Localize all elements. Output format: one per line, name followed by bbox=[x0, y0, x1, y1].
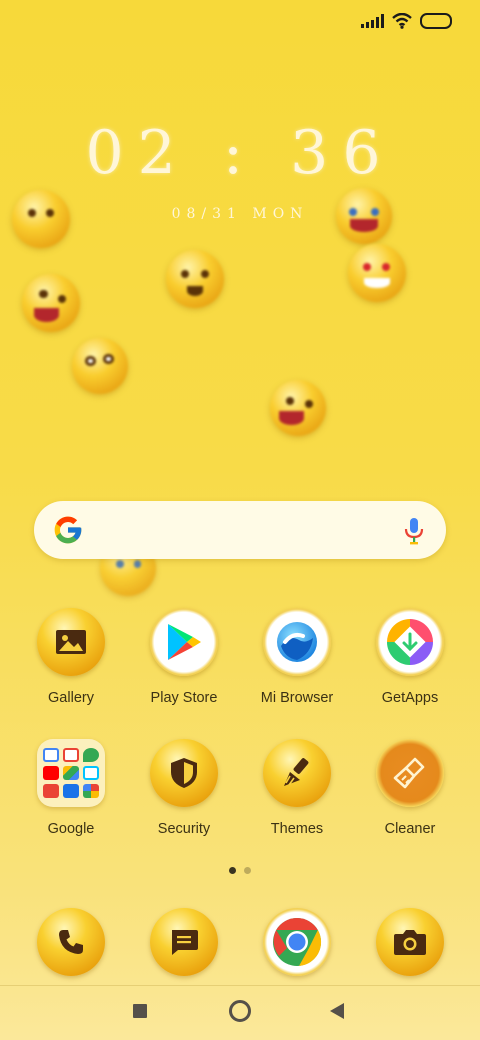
phone-icon bbox=[37, 908, 105, 976]
google-folder-icon bbox=[37, 739, 105, 807]
battery-icon bbox=[420, 13, 452, 29]
emoji-ball bbox=[166, 250, 224, 308]
dock-messages[interactable] bbox=[134, 908, 234, 976]
back-triangle-icon[interactable] bbox=[329, 1002, 345, 1020]
mic-icon[interactable] bbox=[404, 517, 424, 545]
status-bar bbox=[361, 10, 452, 32]
emoji-ball bbox=[336, 188, 392, 244]
app-themes[interactable]: Themes bbox=[247, 739, 347, 837]
recents-square-icon[interactable] bbox=[133, 1004, 147, 1018]
app-label: Gallery bbox=[48, 690, 94, 706]
app-getapps[interactable]: GetApps bbox=[360, 608, 460, 706]
app-label: Google bbox=[47, 821, 95, 837]
lock-date: 08/31 MON bbox=[171, 206, 309, 222]
camera-icon bbox=[376, 908, 444, 976]
app-label: Cleaner bbox=[384, 821, 436, 837]
lock-clock: 02 : 36 bbox=[85, 118, 395, 188]
app-play-store[interactable]: Play Store bbox=[134, 608, 234, 706]
gallery-icon bbox=[37, 608, 105, 676]
app-cleaner[interactable]: Cleaner bbox=[360, 739, 460, 837]
google-search-bar[interactable] bbox=[34, 501, 446, 559]
mi-browser-icon bbox=[263, 608, 331, 676]
themes-brush-icon bbox=[263, 739, 331, 807]
getapps-icon bbox=[376, 608, 444, 676]
dock-camera[interactable] bbox=[360, 908, 460, 976]
emoji-ball bbox=[12, 190, 70, 248]
play-store-icon bbox=[150, 608, 218, 676]
app-gallery[interactable]: Gallery bbox=[21, 608, 121, 706]
app-label: Mi Browser bbox=[260, 690, 334, 706]
dock-phone[interactable] bbox=[21, 908, 121, 976]
cleaner-brush-icon bbox=[376, 739, 444, 807]
emoji-ball bbox=[270, 380, 326, 436]
home-circle-icon[interactable] bbox=[229, 1000, 251, 1022]
messages-icon bbox=[150, 908, 218, 976]
emoji-ball bbox=[348, 244, 406, 302]
emoji-ball bbox=[22, 274, 80, 332]
wifi-icon bbox=[392, 13, 412, 29]
app-google-folder[interactable]: Google bbox=[21, 739, 121, 837]
dock-chrome[interactable] bbox=[247, 908, 347, 976]
app-label: Security bbox=[157, 821, 211, 837]
app-security[interactable]: Security bbox=[134, 739, 234, 837]
app-mi-browser[interactable]: Mi Browser bbox=[247, 608, 347, 706]
app-label: Play Store bbox=[150, 690, 218, 706]
app-label: GetApps bbox=[381, 690, 439, 706]
signal-icon bbox=[361, 14, 384, 28]
page-indicator-active bbox=[229, 867, 236, 874]
page-indicator bbox=[244, 867, 251, 874]
app-label: Themes bbox=[270, 821, 324, 837]
security-shield-icon bbox=[150, 739, 218, 807]
dock-divider bbox=[0, 985, 480, 986]
google-g-icon bbox=[54, 516, 82, 544]
chrome-icon bbox=[263, 908, 331, 976]
emoji-ball bbox=[72, 338, 128, 394]
